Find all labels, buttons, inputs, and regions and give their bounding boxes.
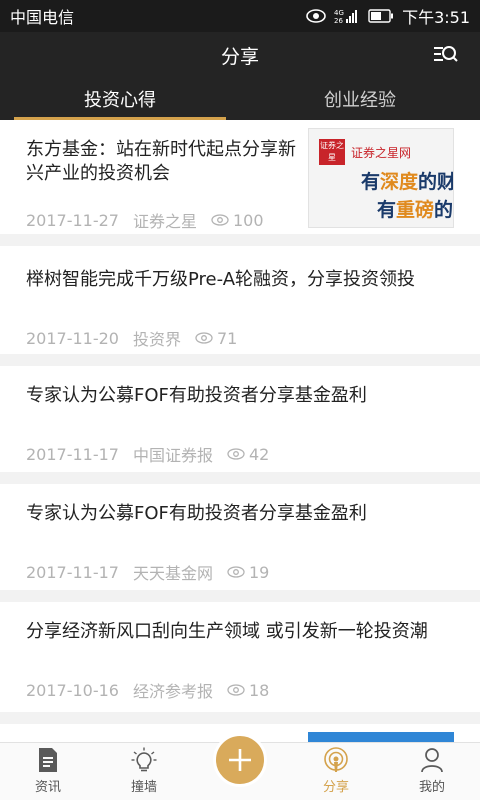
view-count: 42 (249, 444, 270, 464)
view-count: 71 (217, 328, 238, 348)
article-views: 42 (227, 445, 269, 464)
battery-icon (368, 9, 394, 23)
article-card[interactable]: 专家认为公募FOF有助投资者分享基金盈利 2017-11-17 天天基金网 19 (0, 484, 480, 590)
article-source: 天天基金网 (132, 564, 213, 583)
article-feed[interactable]: 东方基金：站在新时代起点分享新兴产业的投资机会 2017-11-27 证券之星 … (0, 120, 480, 742)
article-title: 东方基金：站在新时代起点分享新兴产业的投资机会 (26, 139, 296, 184)
tab-investment-insights[interactable]: 投资心得 (0, 78, 240, 120)
plus-icon (229, 749, 251, 771)
document-icon (39, 748, 57, 772)
article-source: 投资界 (132, 330, 181, 349)
nav-label: 我的 (418, 780, 445, 795)
eye-icon (211, 214, 229, 226)
eye-icon (227, 448, 245, 460)
thumbnail-slogan-2: 有重磅的财经 (377, 199, 454, 221)
article-meta: 2017-11-27 证券之星 100 (26, 208, 264, 232)
article-thumbnail: 证券之星 证券之星网 有深度的财经 有重磅的财经 (308, 128, 454, 228)
thumbnail-brand: 证券之星网 (351, 146, 412, 160)
article-views: 71 (195, 329, 237, 348)
carrier-name: 中国电信 (10, 8, 75, 27)
eye-icon (227, 684, 245, 696)
signal-icon: 4G 26 (334, 8, 360, 24)
view-count: 19 (249, 562, 270, 582)
article-date: 2017-11-20 (26, 328, 119, 348)
nav-wall[interactable]: 撞墙 (96, 743, 192, 800)
article-card[interactable]: 榉树智能完成千万级Pre-A轮融资，分享投资领投 2017-11-20 投资界 … (0, 246, 480, 354)
category-tabs: 投资心得 创业经验 (0, 78, 480, 120)
article-date: 2017-11-17 (26, 562, 119, 582)
article-title: 专家认为公募FOF有助投资者分享基金盈利 (26, 503, 367, 524)
article-card[interactable]: 分享经济新风口刮向生产领域 或引发新一轮投资潮 2017-10-16 经济参考报… (0, 602, 480, 712)
article-meta: 2017-11-17 中国证券报 42 (26, 442, 269, 466)
menu-search-button[interactable] (432, 42, 460, 68)
article-date: 2017-10-16 (26, 680, 119, 700)
brand-logo: 证券之星 (319, 139, 345, 165)
article-views: 100 (211, 211, 264, 230)
menu-search-icon (434, 46, 458, 62)
article-date: 2017-11-27 (26, 210, 119, 230)
article-views: 19 (227, 563, 269, 582)
app-header: 分享 (0, 32, 480, 78)
view-count: 18 (249, 680, 270, 700)
person-icon (421, 748, 443, 773)
nav-post-slot (192, 733, 288, 800)
article-source: 经济参考报 (132, 682, 213, 701)
eye-icon (306, 9, 326, 23)
view-count: 100 (233, 210, 264, 230)
nav-share[interactable]: 分享 (288, 743, 384, 800)
broadcast-icon (324, 747, 348, 772)
article-title: 榉树智能完成千万级Pre-A轮融资，分享投资领投 (26, 269, 416, 290)
article-meta: 2017-11-20 投资界 71 (26, 326, 237, 350)
article-meta: 2017-10-16 经济参考报 18 (26, 678, 269, 702)
article-card[interactable]: 专家认为公募FOF有助投资者分享基金盈利 2017-11-17 中国证券报 42 (0, 366, 480, 472)
svg-text:4G: 4G (334, 9, 344, 17)
article-title: 专家认为公募FOF有助投资者分享基金盈利 (26, 385, 367, 406)
page-title: 分享 (220, 45, 259, 68)
article-card[interactable]: 东方基金：站在新时代起点分享新兴产业的投资机会 2017-11-27 证券之星 … (0, 120, 480, 234)
article-meta: 2017-11-17 天天基金网 19 (26, 560, 269, 584)
add-post-button[interactable] (213, 733, 267, 787)
article-views: 18 (227, 681, 269, 700)
eye-icon (195, 332, 213, 344)
eye-icon (227, 566, 245, 578)
article-date: 2017-11-17 (26, 444, 119, 464)
bottom-navigation: 资讯 撞墙 分享 我的 (0, 733, 480, 800)
article-source: 证券之星 (132, 212, 197, 231)
article-title: 分享经济新风口刮向生产领域 或引发新一轮投资潮 (26, 621, 428, 642)
clock-time: 下午3:51 (402, 8, 470, 27)
nav-label: 分享 (322, 780, 349, 795)
svg-text:26: 26 (334, 17, 343, 24)
nav-profile[interactable]: 我的 (384, 743, 480, 800)
lightbulb-icon (131, 747, 157, 772)
nav-label: 资讯 (34, 780, 61, 795)
status-bar: 中国电信 4G 26 下午3:51 (0, 0, 480, 32)
thumbnail-slogan-1: 有深度的财经 (361, 171, 453, 193)
article-source: 中国证券报 (132, 446, 213, 465)
nav-label: 撞墙 (130, 780, 157, 795)
nav-news[interactable]: 资讯 (0, 743, 96, 800)
tab-startup-experience[interactable]: 创业经验 (240, 78, 480, 120)
